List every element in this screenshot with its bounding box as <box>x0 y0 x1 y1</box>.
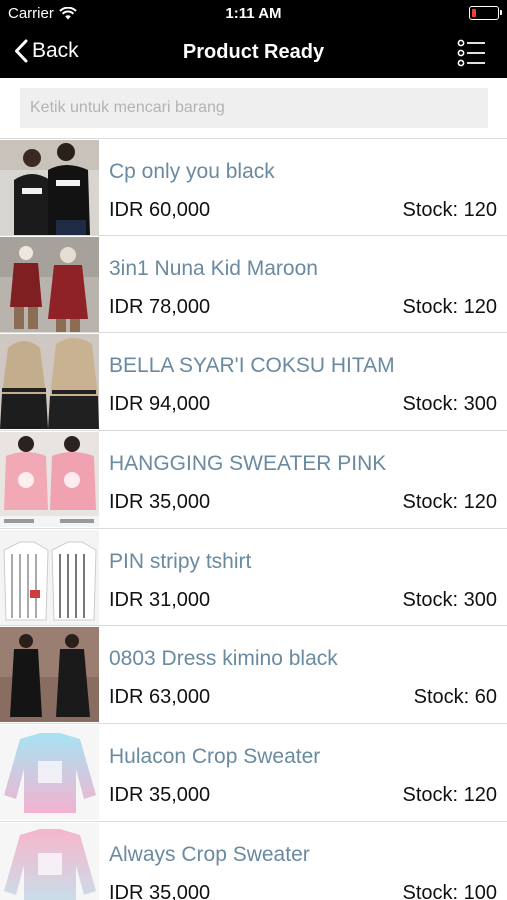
product-image <box>0 334 99 430</box>
product-name: BELLA SYAR'I COKSU HITAM <box>109 354 395 378</box>
product-price: IDR 31,000 <box>109 588 211 611</box>
product-price: IDR 63,000 <box>109 686 211 709</box>
product-image <box>0 725 99 821</box>
product-row[interactable]: Always Crop Sweater IDR 35,000 Stock: 10… <box>0 821 507 900</box>
list-menu-button[interactable] <box>457 39 487 67</box>
product-row[interactable]: Cp only you black IDR 60,000 Stock: 120 <box>0 138 507 236</box>
product-name: Cp only you black <box>109 160 275 183</box>
product-list[interactable]: Cp only you black IDR 60,000 Stock: 120 … <box>0 138 507 900</box>
product-image <box>0 822 99 900</box>
product-stock: Stock: 120 <box>402 491 497 514</box>
product-stock: Stock: 100 <box>402 881 497 900</box>
product-name: PIN stripy tshirt <box>109 549 252 573</box>
status-time: 1:11 AM <box>225 5 282 22</box>
product-name: Hulacon Crop Sweater <box>109 745 321 769</box>
product-image <box>0 627 99 723</box>
product-image <box>0 140 99 235</box>
product-row[interactable]: HANGGING SWEATER PINK IDR 35,000 Stock: … <box>0 431 507 529</box>
navigation-bar: Back Product Ready <box>0 28 507 78</box>
product-price: IDR 78,000 <box>109 295 211 318</box>
search-bar <box>0 78 507 138</box>
product-stock: Stock: 120 <box>402 295 497 318</box>
product-name: 0803 Dress kimino black <box>109 647 338 671</box>
status-bar: Carrier 1:11 AM <box>0 0 507 28</box>
product-stock: Stock: 300 <box>402 393 497 416</box>
product-stock: Stock: 60 <box>413 686 497 709</box>
product-name: 3in1 Nuna Kid Maroon <box>109 256 318 280</box>
product-image <box>0 529 99 625</box>
battery-level <box>472 9 477 17</box>
product-name: Always Crop Sweater <box>109 842 310 866</box>
list-menu-icon <box>457 39 485 67</box>
search-input[interactable] <box>20 88 488 128</box>
product-price: IDR 94,000 <box>109 393 211 416</box>
page-title: Product Ready <box>182 41 325 63</box>
product-price: IDR 35,000 <box>109 491 211 514</box>
product-price: IDR 60,000 <box>109 199 211 221</box>
product-price: IDR 35,000 <box>109 881 211 900</box>
product-row[interactable]: BELLA SYAR'I COKSU HITAM IDR 94,000 Stoc… <box>0 333 507 432</box>
battery-low-icon <box>469 6 502 20</box>
product-stock: Stock: 300 <box>402 588 497 611</box>
product-row[interactable]: 0803 Dress kimino black IDR 63,000 Stock… <box>0 626 507 725</box>
product-stock: Stock: 120 <box>402 199 497 221</box>
product-stock: Stock: 120 <box>402 784 497 807</box>
product-image <box>0 236 99 332</box>
product-row[interactable]: Hulacon Crop Sweater IDR 35,000 Stock: 1… <box>0 724 507 822</box>
product-image <box>0 432 99 528</box>
product-row[interactable]: 3in1 Nuna Kid Maroon IDR 78,000 Stock: 1… <box>0 235 507 334</box>
product-row[interactable]: PIN stripy tshirt IDR 31,000 Stock: 300 <box>0 528 507 627</box>
product-name: HANGGING SWEATER PINK <box>109 452 387 476</box>
product-price: IDR 35,000 <box>109 784 211 807</box>
